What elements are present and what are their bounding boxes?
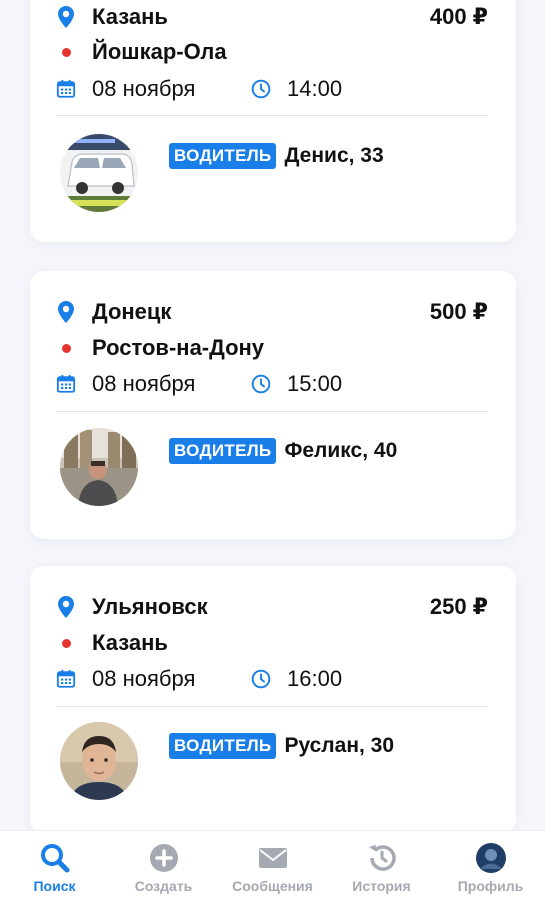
clock-icon <box>251 667 271 691</box>
destination-city: Йошкар-Ола <box>92 39 227 64</box>
tab-label: История <box>352 878 411 894</box>
driver-name: Феликс, 40 <box>284 439 398 462</box>
avatar[interactable] <box>60 134 138 212</box>
trip-price: 250 ₽ <box>429 594 488 619</box>
trip-price: 500 ₽ <box>429 299 488 324</box>
history-icon <box>366 842 398 874</box>
search-icon <box>39 842 71 874</box>
origin-city: Казань <box>92 4 168 29</box>
driver-role-badge: ВОДИТЕЛЬ <box>169 143 277 169</box>
trip-time: 15:00 <box>287 371 343 396</box>
bottom-tab-bar: Поиск Создать Сообщения История Профиль <box>0 830 545 900</box>
divider <box>56 411 488 412</box>
tab-create[interactable]: Создать <box>109 831 218 900</box>
location-pin-icon <box>56 300 76 324</box>
trip-card[interactable]: Казань 400 ₽ Йошкар-Ола 08 ноября 14:00 <box>30 0 516 242</box>
trip-date: 08 ноября <box>92 76 196 101</box>
driver-info: ВОДИТЕЛЬ Руслан, 30 <box>169 733 394 759</box>
tab-messages[interactable]: Сообщения <box>218 831 327 900</box>
trip-time: 16:00 <box>287 666 343 691</box>
avatar[interactable] <box>60 428 138 506</box>
tab-label: Создать <box>134 878 193 894</box>
trip-date: 08 ноября <box>92 371 196 396</box>
calendar-icon <box>56 373 76 395</box>
destination-dot-icon <box>56 47 76 57</box>
trip-card[interactable]: Ульяновск 250 ₽ Казань 08 ноября 16:00 В… <box>30 566 516 830</box>
tab-search[interactable]: Поиск <box>0 831 109 900</box>
origin-city: Ульяновск <box>92 594 208 619</box>
destination-city: Ростов-на-Дону <box>92 335 265 360</box>
driver-role-badge: ВОДИТЕЛЬ <box>169 733 277 759</box>
tab-label: Сообщения <box>232 878 313 894</box>
trip-date: 08 ноября <box>92 666 196 691</box>
driver-info: ВОДИТЕЛЬ Денис, 33 <box>169 143 384 169</box>
destination-city: Казань <box>92 630 168 655</box>
clock-icon <box>251 77 271 101</box>
tab-label: Профиль <box>457 878 524 894</box>
location-pin-icon <box>56 595 76 619</box>
clock-icon <box>251 372 271 396</box>
driver-info: ВОДИТЕЛЬ Феликс, 40 <box>169 438 397 464</box>
driver-role-badge: ВОДИТЕЛЬ <box>169 438 277 464</box>
driver-name: Денис, 33 <box>284 144 384 167</box>
tab-profile[interactable]: Профиль <box>436 831 545 900</box>
origin-city: Донецк <box>92 299 172 324</box>
trip-price: 400 ₽ <box>429 4 488 29</box>
tab-history[interactable]: История <box>327 831 436 900</box>
avatar[interactable] <box>60 722 138 800</box>
envelope-icon <box>257 842 289 874</box>
tab-label: Поиск <box>33 878 76 894</box>
divider <box>56 706 488 707</box>
avatar <box>475 842 507 874</box>
destination-dot-icon <box>56 638 76 648</box>
trip-feed[interactable]: Казань 400 ₽ Йошкар-Ола 08 ноября 14:00 <box>0 0 545 830</box>
divider <box>56 115 488 116</box>
location-pin-icon <box>56 5 76 29</box>
calendar-icon <box>56 78 76 100</box>
calendar-icon <box>56 668 76 690</box>
plus-circle-icon <box>148 842 180 874</box>
driver-name: Руслан, 30 <box>284 734 395 757</box>
destination-dot-icon <box>56 343 76 353</box>
trip-time: 14:00 <box>287 76 343 101</box>
trip-card[interactable]: Донецк 500 ₽ Ростов-на-Дону 08 ноября 15… <box>30 271 516 539</box>
